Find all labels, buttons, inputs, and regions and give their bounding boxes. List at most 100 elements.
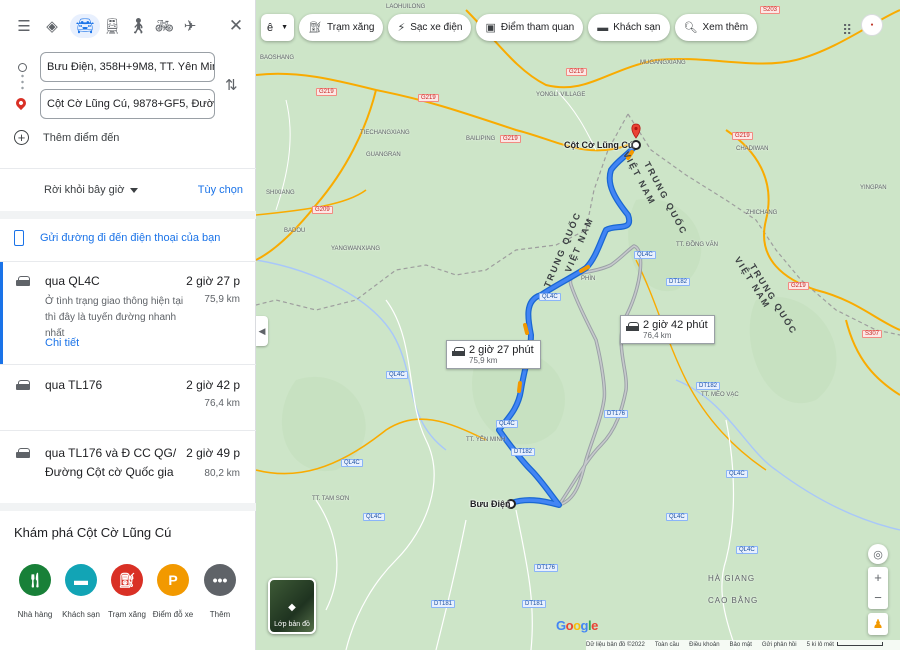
section-divider bbox=[0, 211, 256, 219]
best-route-icon[interactable]: ◈ bbox=[40, 14, 64, 38]
chip-more[interactable]: 🔍︎ Xem thêm bbox=[674, 14, 758, 41]
apps-grid-icon[interactable]: ⠿ bbox=[842, 22, 852, 39]
my-location-icon: ◎ bbox=[873, 548, 883, 561]
map-data-credit: Dữ liệu bản đồ ©2022 bbox=[586, 642, 645, 648]
nearby-hotels[interactable]: ▬ Khách sạn bbox=[56, 564, 106, 619]
camera-icon: ▣ bbox=[485, 22, 496, 34]
road-badge: QL4C bbox=[386, 371, 408, 379]
chip-ev-charging[interactable]: ⚡︎ Sạc xe điện bbox=[388, 14, 472, 41]
options-link[interactable]: Tùy chọn bbox=[198, 184, 243, 196]
chip-label: Khách sạn bbox=[613, 22, 661, 33]
car-icon bbox=[16, 276, 30, 286]
send-to-phone-button[interactable]: Gửi đường đi đến điện thoại của bạn bbox=[14, 230, 220, 246]
flight-mode-icon[interactable]: ✈︎ bbox=[178, 14, 202, 38]
caret-down-icon bbox=[130, 187, 139, 193]
car-icon bbox=[16, 448, 30, 458]
nearby-label: Điểm đỗ xe bbox=[152, 610, 194, 619]
driving-mode-icon[interactable]: 🚘︎ bbox=[70, 14, 100, 38]
route-time-bubble-main[interactable]: 2 giờ 27 phút 75,9 km bbox=[446, 340, 541, 369]
section-divider bbox=[0, 503, 256, 511]
bubble-distance: 75,9 km bbox=[469, 356, 498, 365]
route-option-3[interactable]: qua TL176 và Đ CC QG/Đường Cột cờ Quốc g… bbox=[0, 434, 256, 500]
walking-mode-icon[interactable]: 🚶︎ bbox=[126, 14, 150, 38]
town-label: TT. MÈO VẠC bbox=[701, 392, 739, 398]
my-location-button[interactable]: ◎ bbox=[868, 544, 888, 564]
bubble-time: 2 giờ 42 phút bbox=[643, 319, 708, 331]
origin-label[interactable]: Bưu Điện bbox=[470, 499, 511, 509]
origin-circle-icon bbox=[18, 63, 27, 72]
road-badge: G219 bbox=[732, 132, 753, 140]
travel-mode-bar: ☰ ◈ 🚘︎ 🚆︎ 🚶︎ 🚲︎ ✈︎ ✕ bbox=[12, 14, 248, 42]
collapse-panel-button[interactable]: ◀ bbox=[256, 316, 268, 346]
route-distance: 75,9 km bbox=[204, 294, 240, 305]
road-badge: QL4C bbox=[363, 513, 385, 521]
footer-feedback[interactable]: Gửi phản hồi bbox=[762, 642, 797, 648]
route-details-link[interactable]: Chi tiết bbox=[45, 337, 79, 349]
cycling-mode-icon[interactable]: 🚲︎ bbox=[152, 14, 176, 38]
zoom-out-icon[interactable]: − bbox=[874, 588, 882, 608]
route-option-2[interactable]: qua TL176 2 giờ 42 p 76,4 km bbox=[0, 366, 256, 430]
road-badge: G209 bbox=[312, 206, 333, 214]
nearby-more[interactable]: ••• Thêm bbox=[195, 564, 245, 619]
depart-label: Rời khỏi bây giờ bbox=[44, 184, 125, 196]
footer-terms[interactable]: Điều khoản bbox=[689, 642, 719, 648]
destination-label[interactable]: Cột Cờ Lũng Cú bbox=[564, 140, 633, 150]
chip-attractions[interactable]: ▣ Điểm tham quan bbox=[476, 14, 584, 41]
depart-time-dropdown[interactable]: Rời khỏi bây giờ bbox=[44, 184, 139, 196]
parking-icon: P bbox=[157, 564, 189, 596]
car-icon bbox=[626, 322, 639, 331]
layers-icon: ◆ bbox=[288, 602, 296, 613]
nearby-restaurants[interactable]: 🍴︎ Nhà hàng bbox=[10, 564, 60, 619]
footer-privacy[interactable]: Bảo mật bbox=[730, 642, 752, 648]
chip-hotels[interactable]: ▬ Khách sạn bbox=[588, 14, 670, 41]
route-distance: 80,2 km bbox=[204, 468, 240, 479]
origin-input[interactable]: Bưu Điện, 358H+9M8, TT. Yên Minh, Yên Mi… bbox=[40, 52, 215, 82]
route-name: qua TL176 bbox=[45, 378, 103, 392]
town-label: LAOHUILONG bbox=[386, 4, 426, 10]
town-label: TT. ĐỒNG VĂN bbox=[676, 242, 719, 248]
nearby-parking[interactable]: P Điểm đỗ xe bbox=[148, 564, 198, 619]
road-badge: G219 bbox=[316, 88, 337, 96]
hotel-icon: ▬ bbox=[597, 21, 609, 34]
town-label: BAOSHANG bbox=[260, 55, 295, 61]
road-badge: DT181 bbox=[431, 600, 456, 608]
nearby-label: Thêm bbox=[209, 610, 231, 619]
scale-bar bbox=[836, 642, 883, 647]
add-destination-label: Thêm điểm đến bbox=[43, 131, 120, 144]
close-icon[interactable]: ✕ bbox=[224, 14, 248, 38]
map-layers-button[interactable]: ◆ Lớp bản đồ bbox=[268, 578, 316, 634]
map-type-toggle[interactable]: ê ▼ bbox=[261, 14, 295, 41]
transit-mode-icon[interactable]: 🚆︎ bbox=[100, 14, 124, 38]
nearby-gas-stations[interactable]: ⛽︎ Trạm xăng bbox=[102, 564, 152, 619]
add-destination-button[interactable]: + Thêm điểm đến bbox=[14, 130, 119, 145]
layers-icon: ê bbox=[267, 21, 274, 34]
town-label: GUANGRAN bbox=[366, 152, 401, 158]
destination-input[interactable]: Cột Cờ Lũng Cú, 9878+GF5, Đường lên Cột bbox=[40, 89, 215, 119]
swap-icon[interactable]: ⇅ bbox=[225, 76, 238, 94]
route-time-bubble-alt[interactable]: 2 giờ 42 phút 76,4 km bbox=[620, 315, 715, 344]
map-footer: Dữ liệu bản đồ ©2022 Toàn cầu Điều khoản… bbox=[586, 640, 900, 650]
road-badge: DT182 bbox=[696, 382, 721, 390]
road-badge: G219 bbox=[566, 68, 587, 76]
nearby-label: Trạm xăng bbox=[108, 610, 146, 619]
chip-label: Xem thêm bbox=[702, 22, 749, 33]
town-label: YANGWANXIANG bbox=[331, 246, 381, 252]
town-label: TIECHANGXIANG bbox=[360, 130, 410, 136]
search-icon: 🔍︎ bbox=[683, 22, 698, 34]
zoom-in-icon[interactable]: + bbox=[874, 568, 882, 588]
town-label: ZHICHANG bbox=[746, 210, 778, 216]
map-canvas[interactable]: ê ▼ ⛽︎ Trạm xăng ⚡︎ Sạc xe điện ▣ Điểm t… bbox=[256, 0, 900, 650]
street-view-button[interactable]: ♟︎ bbox=[868, 613, 888, 635]
footer-global[interactable]: Toàn cầu bbox=[655, 642, 679, 648]
chip-label: Sạc xe điện bbox=[410, 22, 463, 33]
road-badge: QL4C bbox=[634, 251, 656, 259]
menu-icon[interactable]: ☰ bbox=[12, 14, 36, 38]
route-name: qua QL4C bbox=[45, 274, 100, 288]
town-label: HÀ GIANG bbox=[708, 574, 756, 583]
chip-gas-station[interactable]: ⛽︎ Trạm xăng bbox=[299, 14, 384, 41]
town-label: BADOU bbox=[284, 228, 306, 234]
map-scale[interactable]: 5 ki lô mét bbox=[807, 642, 883, 648]
account-avatar[interactable]: ● bbox=[861, 14, 883, 36]
route-option-1[interactable]: qua QL4C 2 giờ 27 p 75,9 km Ở tình trạng… bbox=[0, 262, 256, 364]
route-time: 2 giờ 49 p bbox=[186, 446, 240, 460]
